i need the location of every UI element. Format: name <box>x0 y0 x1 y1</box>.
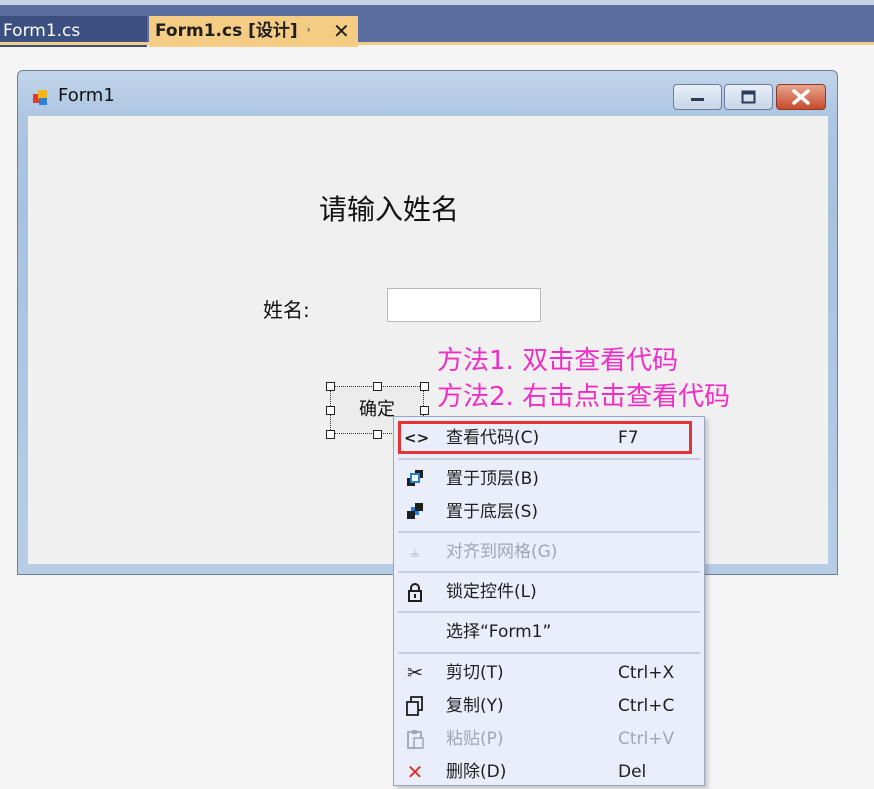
menu-item-lock-controls[interactable]: 锁定控件(L) <box>394 576 704 609</box>
view-code-highlight-box <box>398 421 692 454</box>
close-x-icon <box>792 89 810 105</box>
scissors-icon: ✂ <box>407 662 423 684</box>
menu-separator <box>398 611 700 613</box>
minimize-icon <box>691 98 704 101</box>
resize-handle[interactable] <box>373 382 382 391</box>
resize-handle[interactable] <box>420 406 429 415</box>
resize-handle[interactable] <box>326 430 335 439</box>
delete-icon: ✕ <box>406 760 424 784</box>
annotation-method-1: 方法1. 双击查看代码 <box>437 346 679 376</box>
resize-handle[interactable] <box>326 406 335 415</box>
form-title: Form1 <box>58 85 115 106</box>
document-tab-bar: Form1.cs Form1.cs [设计] ˒ ✕ <box>0 0 874 47</box>
resize-handle[interactable] <box>373 430 382 439</box>
menu-item-copy[interactable]: 复制(Y) Ctrl+C <box>394 690 704 723</box>
minimize-button[interactable] <box>673 84 722 110</box>
menu-item-send-to-back[interactable]: 置于底层(S) <box>394 496 704 529</box>
menu-item-select-form1[interactable]: 选择“Form1” <box>394 616 704 649</box>
resize-handle[interactable] <box>420 382 429 391</box>
menu-separator <box>398 531 700 533</box>
maximize-button[interactable] <box>724 84 773 110</box>
menu-item-delete[interactable]: ✕ 删除(D) Del <box>394 756 704 789</box>
tab-label: Form1.cs [设计] <box>155 21 298 41</box>
tab-label: Form1.cs <box>3 21 81 41</box>
menu-separator <box>398 652 700 654</box>
tab-underline <box>0 42 874 45</box>
form-app-icon <box>33 90 47 105</box>
name-textbox[interactable] <box>387 288 541 322</box>
menu-separator <box>398 571 700 573</box>
name-label: 姓名: <box>263 298 310 322</box>
menu-item-bring-to-front[interactable]: 置于顶层(B) <box>394 463 704 496</box>
menu-item-align-to-grid[interactable]: ⫨ 对齐到网格(G) <box>394 536 704 569</box>
menu-item-cut[interactable]: ✂ 剪切(T) Ctrl+X <box>394 657 704 690</box>
maximize-icon <box>741 90 756 104</box>
annotation-method-2: 方法2. 右击点击查看代码 <box>437 382 731 412</box>
menu-separator <box>398 458 700 460</box>
form-heading-label: 请输入姓名 <box>319 193 460 226</box>
menu-item-paste[interactable]: 粘贴(P) Ctrl+V <box>394 723 704 756</box>
resize-handle[interactable] <box>326 382 335 391</box>
align-to-grid-icon: ⫨ <box>410 543 420 561</box>
window-close-button[interactable] <box>776 84 826 110</box>
context-menu: <> 查看代码(C) F7 置于顶层(B) 置于底层(S) ⫨ 对齐到网格(G) <box>393 416 705 786</box>
